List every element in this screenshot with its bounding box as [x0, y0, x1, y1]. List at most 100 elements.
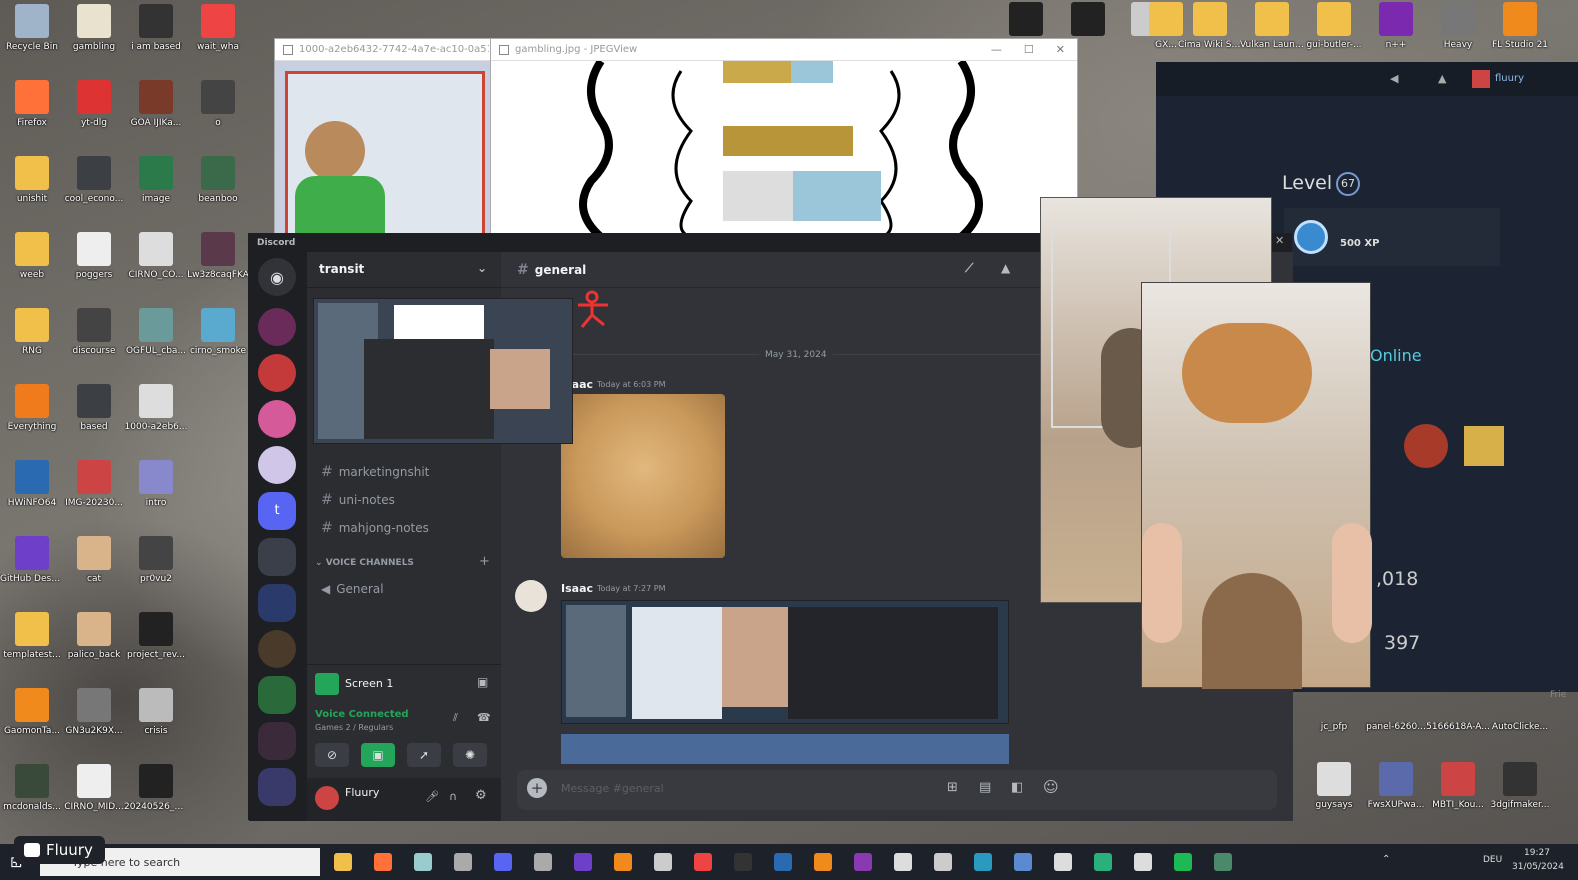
screenshot-attachment[interactable] [561, 600, 1009, 724]
discord-home-icon[interactable]: ◉ [258, 258, 296, 296]
desktop-icon[interactable]: i am based [124, 4, 188, 53]
desktop-icon[interactable]: Firefox [0, 80, 64, 129]
taskbar-app-icon[interactable] [1014, 853, 1032, 871]
desktop-icon[interactable]: AutoClicke... [1488, 718, 1552, 733]
screen-share-button[interactable]: ▣ [361, 743, 395, 767]
desktop-icon[interactable]: Vulkan Launder... [1240, 2, 1304, 51]
tray-chevron-icon[interactable]: ⌃ [1382, 854, 1390, 865]
sticker-icon[interactable]: ◧ [1011, 780, 1023, 795]
desktop-icon[interactable]: weeb [0, 232, 64, 281]
desktop-icon[interactable]: crisis [124, 688, 188, 737]
jpegview-window[interactable]: gambling.jpg - JPEGView — ☐ ✕ [490, 38, 1078, 238]
stream-preview[interactable] [313, 298, 573, 444]
taskbar-app-icon[interactable] [614, 853, 632, 871]
desktop-icon[interactable]: gui-butler-... [1302, 2, 1366, 51]
channel-item[interactable]: # marketingnshit [321, 464, 429, 480]
avatar[interactable] [515, 580, 547, 612]
desktop-icon[interactable]: cat [62, 536, 126, 585]
server-icon[interactable] [258, 308, 296, 346]
taskbar-app-icon[interactable] [534, 853, 552, 871]
avatar[interactable] [315, 786, 339, 810]
taskbar-app-icon[interactable] [574, 853, 592, 871]
desktop-icon[interactable]: gambling [62, 4, 126, 53]
headphones-icon[interactable]: ∩ [449, 790, 457, 803]
threads-icon[interactable]: ⟋ [965, 261, 973, 276]
maximize-icon[interactable]: ☐ [1024, 43, 1034, 56]
taskbar-app-icon[interactable] [414, 853, 432, 871]
desktop-icon[interactable]: palico_back [62, 612, 126, 661]
desktop-icon[interactable]: project_rev... [124, 612, 188, 661]
desktop-icon[interactable]: FL Studio 21 [1488, 2, 1552, 51]
voice-status[interactable]: Voice Connected [315, 709, 409, 720]
taskbar-app-icon[interactable] [454, 853, 472, 871]
desktop-icon[interactable]: unishit [0, 156, 64, 205]
clock-time[interactable]: 19:27 [1524, 848, 1550, 858]
emoji-icon[interactable]: ☺ [1043, 778, 1059, 796]
desktop-icon[interactable]: GaomonTa... [0, 688, 64, 737]
gif-icon[interactable]: ▤ [979, 780, 991, 795]
taskbar-app-icon[interactable] [1094, 853, 1112, 871]
desktop-icon[interactable]: pr0vu2 [124, 536, 188, 585]
stop-stream-icon[interactable]: ▣ [477, 675, 488, 689]
server-folder[interactable] [258, 538, 296, 576]
desktop-icon[interactable]: guysays [1302, 762, 1366, 811]
server-icon[interactable] [258, 354, 296, 392]
desktop-icon[interactable]: Heavy [1426, 2, 1490, 51]
voice-sub[interactable]: Games 2 / Regulars [315, 723, 393, 732]
clock-date[interactable]: 31/05/2024 [1512, 862, 1564, 872]
desktop-icon[interactable]: CIRNO_MID... [62, 764, 126, 813]
bell-icon[interactable]: ▲ [1438, 72, 1446, 85]
image-window-left[interactable]: 1000-a2eb6432-7742-4a7e-ac10-0a51bb774d [274, 38, 492, 246]
desktop-icon[interactable]: n++ [1364, 2, 1428, 51]
server-header[interactable]: transit ⌄ [307, 252, 501, 288]
taskbar-app-icon[interactable] [934, 853, 952, 871]
desktop-icon[interactable]: cool_econo... [62, 156, 126, 205]
steam-username[interactable]: fluury [1495, 73, 1524, 84]
message-input[interactable]: + Message #general ⊞ ▤ ◧ ☺ [517, 770, 1277, 810]
message-author[interactable]: Isaac [561, 582, 593, 595]
voice-category[interactable]: ⌄ VOICE CHANNELS [315, 558, 414, 568]
server-folder[interactable] [258, 676, 296, 714]
server-folder[interactable] [258, 768, 296, 806]
desktop-icon[interactable]: wait_wha [186, 4, 250, 53]
taskbar-app-icon[interactable] [654, 853, 672, 871]
desktop-icon[interactable]: beanboo [186, 156, 250, 205]
bell-icon[interactable]: ▲ [1001, 261, 1010, 275]
dog-image-attachment[interactable] [561, 394, 725, 558]
gear-icon[interactable]: ⚙ [475, 788, 487, 803]
title-bar[interactable]: gambling.jpg - JPEGView — ☐ ✕ [491, 39, 1077, 61]
add-attachment-icon[interactable]: + [527, 778, 547, 798]
desktop-icon[interactable]: Everything [0, 384, 64, 433]
add-channel-icon[interactable]: + [479, 554, 490, 569]
gift-icon[interactable]: ⊞ [947, 780, 958, 795]
close-icon[interactable]: ✕ [1275, 234, 1284, 247]
desktop-icon[interactable]: 3dgifmaker... [1488, 762, 1552, 811]
taskbar-app-icon[interactable] [854, 853, 872, 871]
taskbar-app-icon[interactable] [374, 853, 392, 871]
disconnect-icon[interactable]: ☎ [477, 711, 491, 724]
server-folder[interactable] [258, 584, 296, 622]
desktop-icon[interactable]: FwsXUPwa... [1364, 762, 1428, 811]
desktop-icon[interactable]: Lw3z8caqFKA [186, 232, 250, 281]
channel-item[interactable]: # uni-notes [321, 492, 395, 508]
avatar[interactable] [1472, 70, 1490, 88]
taskbar-app-icon[interactable] [774, 853, 792, 871]
taskbar-app-icon[interactable] [1174, 853, 1192, 871]
activity-button[interactable]: ➚ [407, 743, 441, 767]
camera-button[interactable]: ⊘ [315, 743, 349, 767]
desktop-icon[interactable]: intro [124, 460, 188, 509]
taskbar-app-icon[interactable] [694, 853, 712, 871]
desktop-icon[interactable]: IMG-20230... [62, 460, 126, 509]
desktop-icon[interactable]: panel-6260... [1364, 718, 1428, 733]
taskbar-app-icon[interactable] [1214, 853, 1232, 871]
desktop-icon[interactable]: 20240526_0... [124, 764, 188, 813]
desktop-icon[interactable]: poggers [62, 232, 126, 281]
server-folder[interactable] [258, 722, 296, 760]
taskbar-app-icon[interactable] [974, 853, 992, 871]
desktop-icon[interactable]: CIRNO_CO... [124, 232, 188, 281]
user-name[interactable]: Fluury [345, 786, 379, 799]
desktop-icon[interactable]: image [124, 156, 188, 205]
desktop-icon[interactable] [994, 2, 1058, 40]
desktop-icon[interactable]: discourse [62, 308, 126, 357]
desktop-icon[interactable]: OGFUL_cba... [124, 308, 188, 357]
